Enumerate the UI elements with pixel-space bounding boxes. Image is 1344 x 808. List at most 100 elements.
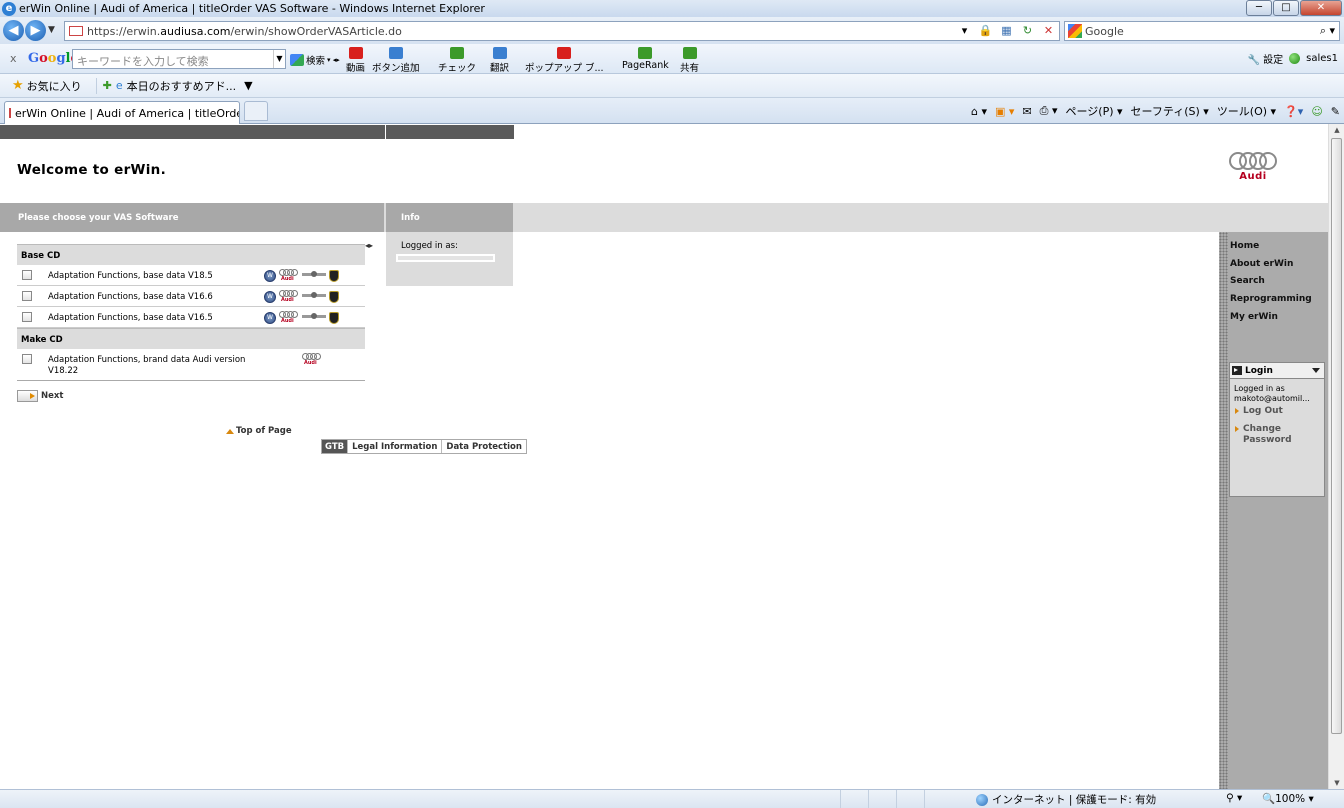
- close-button[interactable]: ✕: [1300, 0, 1342, 16]
- help-icon[interactable]: ❓▾: [1284, 105, 1303, 118]
- row-checkbox[interactable]: [22, 291, 32, 301]
- row-checkbox[interactable]: [22, 354, 32, 364]
- google-search-input[interactable]: キーワードを入力して検索 ▼: [72, 49, 286, 69]
- audi-logo-icon: Audi: [279, 290, 299, 303]
- google-search-icon: [1068, 24, 1082, 38]
- favorites-dropdown-icon[interactable]: ▼: [244, 79, 252, 92]
- minimize-button[interactable]: ─: [1246, 0, 1272, 16]
- protected-mode-icon[interactable]: ⚲ ▾: [1226, 792, 1242, 804]
- lamborghini-logo-icon: [329, 269, 339, 282]
- translate-button[interactable]: 翻訳: [490, 47, 509, 74]
- table-row: Adaptation Functions, brand data Audi ve…: [17, 349, 365, 381]
- sidebar-item-my-erwin[interactable]: My erWin: [1230, 312, 1278, 322]
- address-tools: ▾ 🔒 ▦ ↻ ✕: [956, 23, 1057, 39]
- window-titlebar: e erWin Online | Audi of America | title…: [0, 0, 1344, 17]
- feeds-icon[interactable]: ▣ ▾: [995, 105, 1014, 118]
- logout-link[interactable]: Log Out: [1230, 406, 1324, 417]
- top-of-page-link[interactable]: Top of Page: [226, 426, 292, 436]
- row-label: Adaptation Functions, base data V16.5: [48, 313, 213, 323]
- window-title: erWin Online | Audi of America | titleOr…: [19, 2, 485, 15]
- page-title: Welcome to erWin.: [17, 162, 166, 178]
- next-arrow-icon: [17, 390, 38, 402]
- login-panel-header[interactable]: Login: [1230, 363, 1324, 379]
- lock-icon[interactable]: 🔒: [977, 23, 994, 39]
- window-controls: ─ □ ✕: [1245, 0, 1342, 16]
- resize-arrows-icon[interactable]: ◂▸: [365, 241, 373, 250]
- scroll-down-icon[interactable]: ▼: [1329, 777, 1344, 789]
- print-icon[interactable]: ⎙ ▾: [1040, 104, 1058, 118]
- info-logged-in-label: Logged in as:: [401, 241, 458, 251]
- video-button[interactable]: 動画: [346, 47, 365, 74]
- messenger-icon[interactable]: ☺: [1311, 105, 1322, 118]
- sidebar-item-reprogramming[interactable]: Reprogramming: [1230, 294, 1312, 304]
- spellcheck-button[interactable]: チェック: [438, 47, 476, 74]
- bentley-logo-icon: [302, 291, 326, 303]
- web-search-box[interactable]: Google ⌕ ▾: [1064, 21, 1340, 41]
- page-menu[interactable]: ページ(P) ▾: [1066, 103, 1123, 119]
- sidebar-item-about[interactable]: About erWin: [1230, 259, 1293, 269]
- address-dropdown-icon[interactable]: ▾: [956, 23, 973, 39]
- address-bar[interactable]: https://erwin.audiusa.com/erwin/showOrde…: [64, 21, 1060, 41]
- scroll-thumb[interactable]: [1331, 138, 1342, 734]
- popup-blocker-button[interactable]: ポップアップ ブ...: [525, 47, 604, 74]
- address-toolbar: ◀ ▶ ▼ https://erwin.audiusa.com/erwin/sh…: [0, 17, 1344, 44]
- gtb-link[interactable]: GTB: [322, 440, 348, 453]
- sidebar-item-home[interactable]: Home: [1230, 241, 1259, 251]
- status-bar: インターネット | 保護モード: 有効 ⚲ ▾ 🔍100% ▾: [0, 789, 1344, 808]
- share-button[interactable]: 共有: [680, 47, 699, 74]
- favorites-button[interactable]: お気に入り: [27, 78, 82, 94]
- back-button[interactable]: ◀: [3, 20, 24, 41]
- next-button[interactable]: Next: [17, 390, 63, 402]
- audi-logo-icon: Audi: [279, 311, 299, 324]
- vw-logo-icon: W: [264, 290, 276, 303]
- add-button-icon: [388, 47, 403, 59]
- search-history-dropdown-icon[interactable]: ▼: [273, 50, 285, 68]
- recommended-sites-link[interactable]: 本日のおすすめアド...: [127, 78, 237, 94]
- translate-icon: [492, 47, 507, 59]
- brand-icons: Audi: [302, 353, 322, 366]
- section-header-make-cd: Make CD: [17, 328, 365, 349]
- change-password-link[interactable]: Change Password: [1230, 424, 1310, 446]
- data-protection-link[interactable]: Data Protection: [441, 440, 526, 453]
- toolbar-close-icon[interactable]: x: [10, 52, 17, 65]
- new-tab-button[interactable]: [244, 101, 268, 121]
- collapse-icon[interactable]: [1312, 368, 1320, 373]
- tools-menu[interactable]: ツール(O) ▾: [1217, 103, 1276, 119]
- vertical-scrollbar[interactable]: ▲ ▼: [1328, 124, 1344, 789]
- sidebar-item-search[interactable]: Search: [1230, 276, 1265, 286]
- row-label: Adaptation Functions, brand data Audi ve…: [48, 355, 246, 376]
- info-header: Info: [386, 203, 513, 232]
- mail-icon[interactable]: ✉: [1022, 105, 1031, 118]
- row-checkbox[interactable]: [22, 312, 32, 322]
- add-button-button[interactable]: ボタン追加: [372, 47, 420, 74]
- brand-icons: W Audi: [264, 290, 339, 303]
- url-text: https://erwin.audiusa.com/erwin/showOrde…: [87, 24, 402, 38]
- forward-button[interactable]: ▶: [25, 20, 46, 41]
- history-dropdown-icon[interactable]: ▼: [48, 25, 55, 35]
- vw-logo-icon: W: [264, 311, 276, 324]
- tab-erwin[interactable]: erWin Online | Audi of America | titleOr…: [4, 101, 240, 124]
- research-icon[interactable]: ✎: [1331, 105, 1340, 118]
- settings-button[interactable]: 🔧 設定: [1248, 51, 1284, 66]
- legal-information-link[interactable]: Legal Information: [347, 440, 441, 453]
- refresh-icon[interactable]: ↻: [1019, 23, 1036, 39]
- row-label: Adaptation Functions, base data V18.5: [48, 271, 213, 281]
- security-zone[interactable]: インターネット | 保護モード: 有効: [976, 792, 1156, 807]
- maximize-button[interactable]: □: [1273, 0, 1299, 16]
- compatibility-view-icon[interactable]: ▦: [998, 23, 1015, 39]
- favorites-bar: ★ お気に入り ✚ e 本日のおすすめアド... ▼: [0, 74, 1344, 98]
- search-icon[interactable]: ⌕ ▾: [1320, 24, 1335, 38]
- pagerank-button[interactable]: PageRank: [622, 47, 669, 71]
- stop-icon[interactable]: ✕: [1040, 23, 1057, 39]
- add-favorite-icon[interactable]: ✚: [103, 79, 112, 92]
- divider: [95, 77, 97, 94]
- home-icon[interactable]: ⌂ ▾: [971, 105, 987, 118]
- account-button[interactable]: sales1: [1306, 53, 1338, 64]
- safety-menu[interactable]: セーフティ(S) ▾: [1131, 103, 1209, 119]
- bentley-logo-icon: [302, 312, 326, 324]
- ie-page-icon: e: [115, 79, 123, 92]
- row-checkbox[interactable]: [22, 270, 32, 280]
- google-search-button[interactable]: 検索 ▾ ◂▸: [290, 53, 340, 67]
- scroll-up-icon[interactable]: ▲: [1329, 124, 1344, 136]
- zoom-level[interactable]: 🔍100% ▾: [1262, 792, 1314, 805]
